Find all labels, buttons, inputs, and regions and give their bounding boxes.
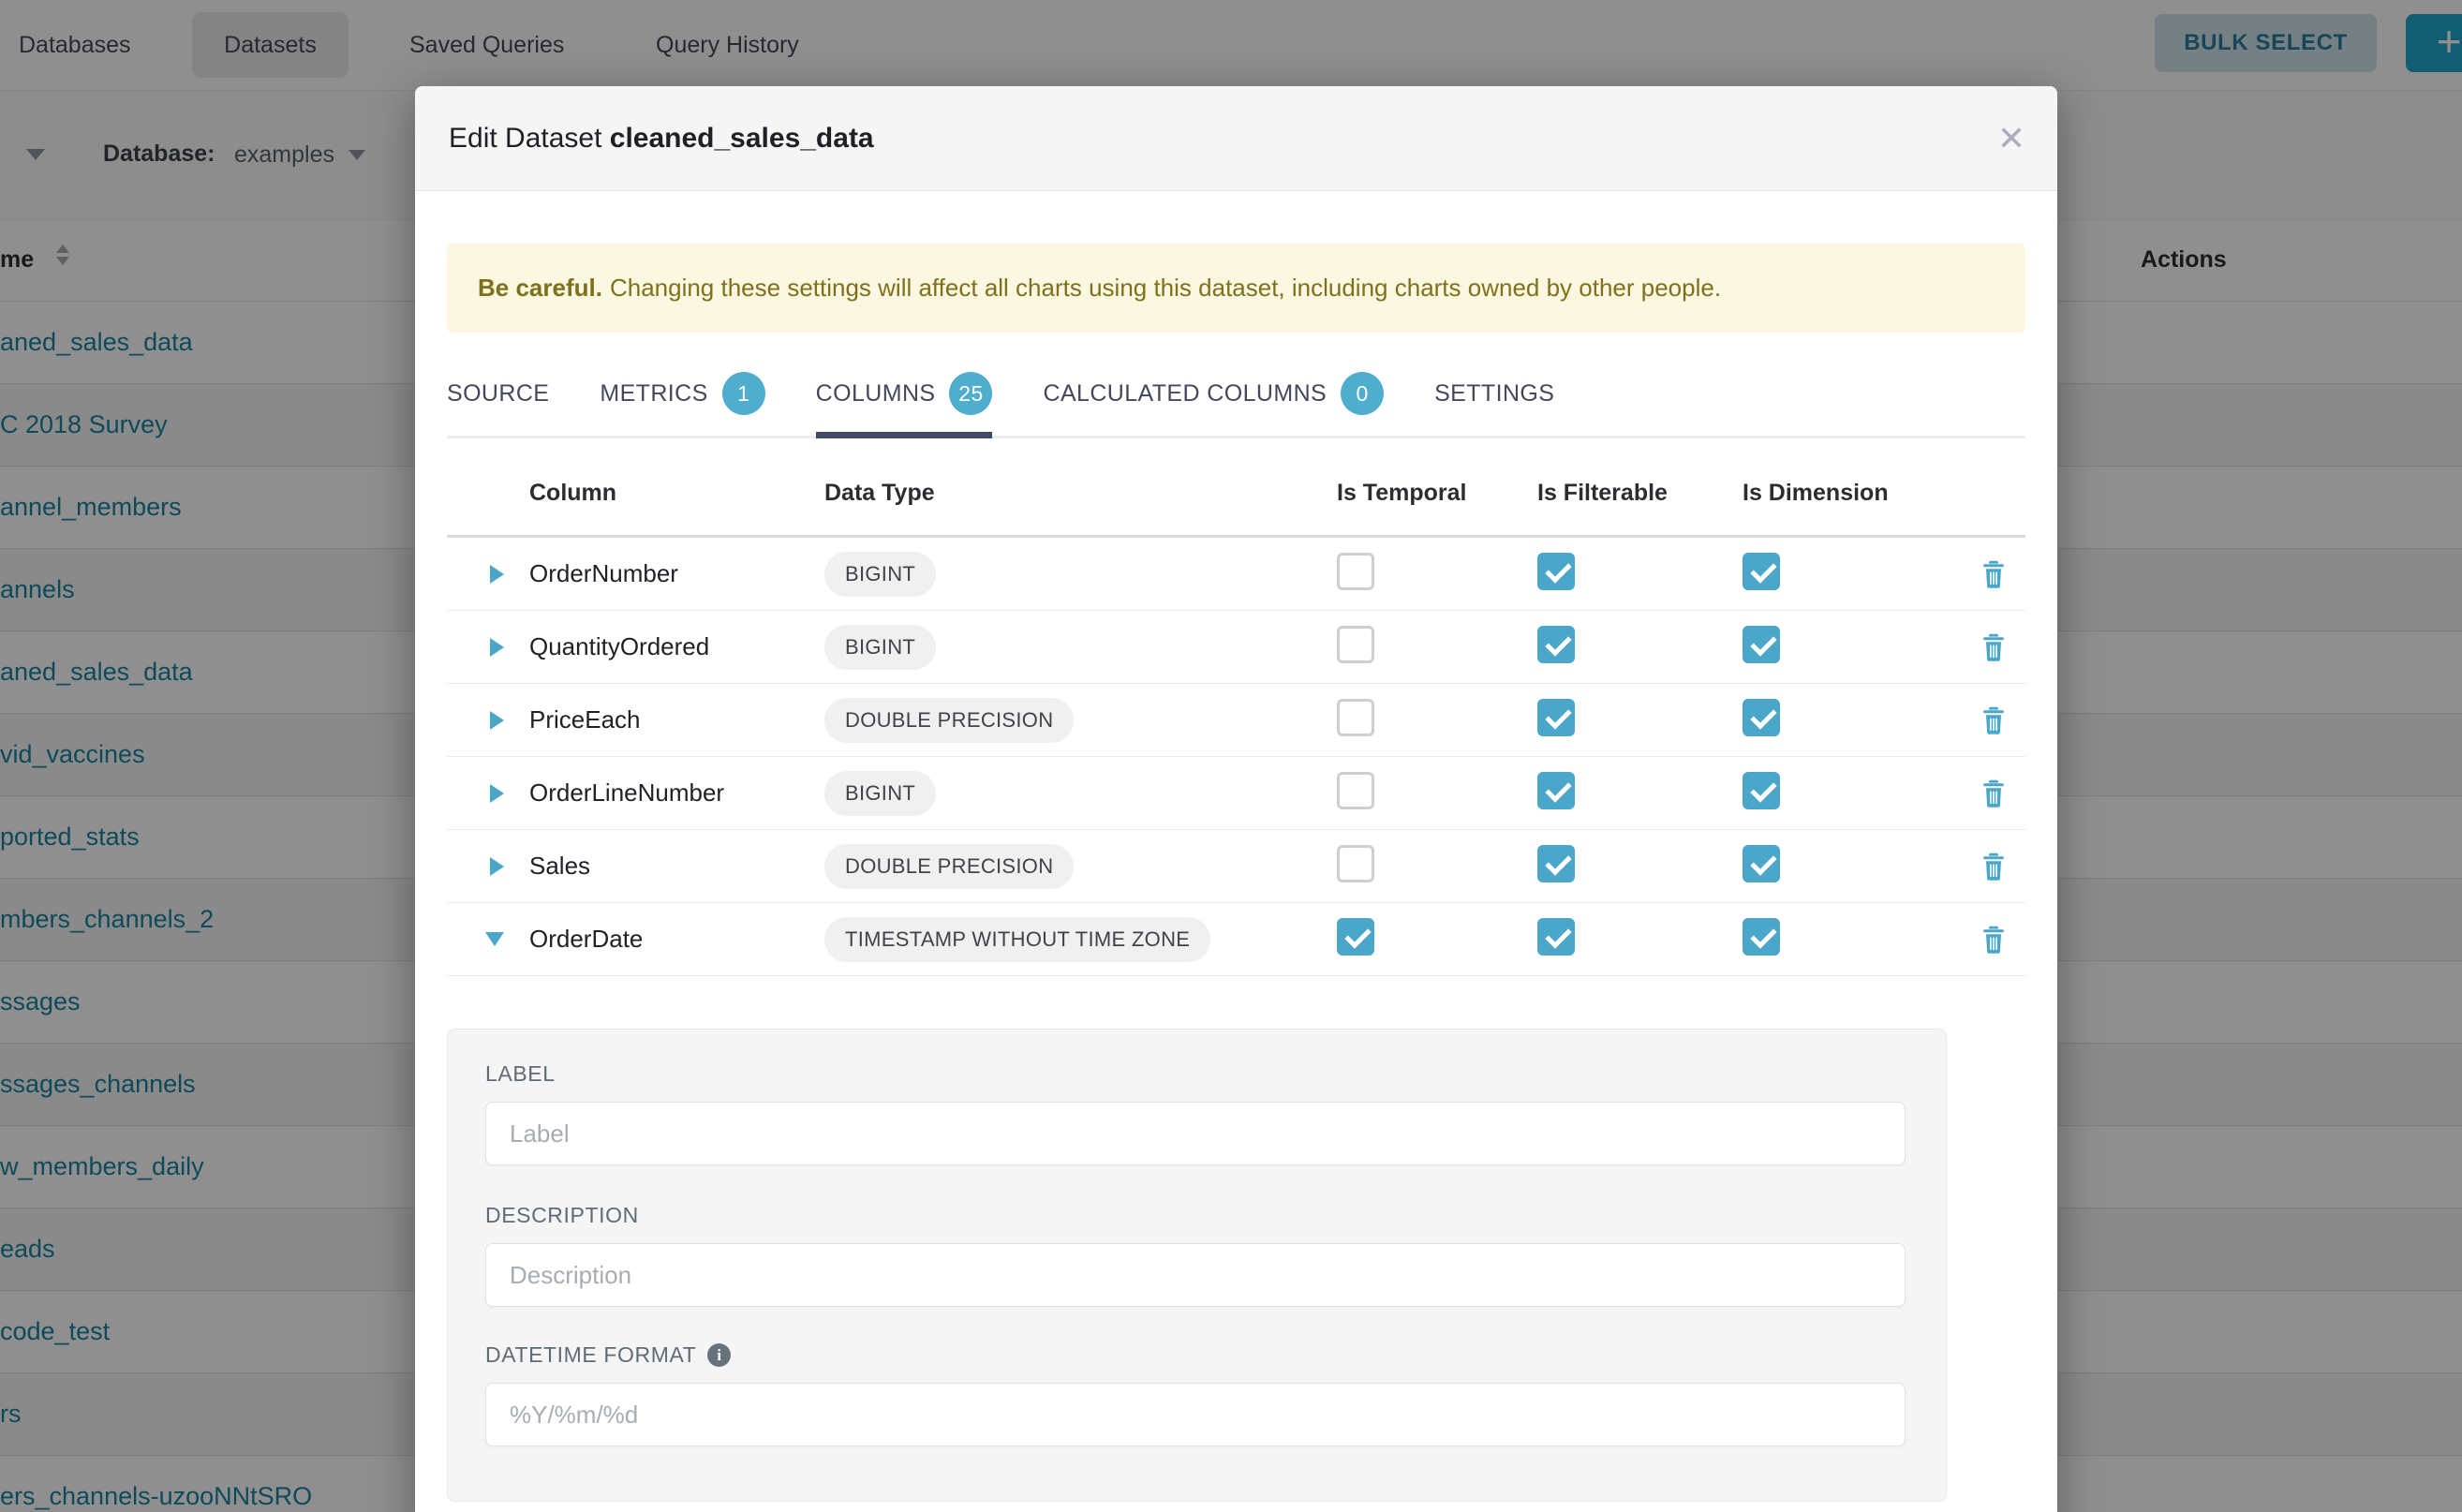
is-filterable-checkbox[interactable]	[1537, 626, 1575, 663]
tab-count-badge: 0	[1341, 372, 1384, 415]
trash-icon	[1980, 778, 2007, 808]
trash-icon	[1980, 705, 2007, 735]
modal-title: Edit Dataset cleaned_sales_data	[449, 123, 874, 155]
tab-source[interactable]: SOURCE	[447, 351, 549, 436]
is-filterable-header: Is Filterable	[1537, 480, 1743, 507]
warning-banner: Be careful. Changing these settings will…	[447, 244, 2025, 333]
trash-icon	[1980, 632, 2007, 662]
is-dimension-header: Is Dimension	[1743, 480, 1962, 507]
expand-caret-icon[interactable]	[447, 711, 517, 730]
warning-bold: Be careful.	[478, 274, 602, 303]
is-dimension-checkbox[interactable]	[1743, 626, 1780, 663]
data-type-pill: DOUBLE PRECISION	[824, 698, 1074, 743]
label-field-label: LABEL	[485, 1061, 1906, 1087]
column-name: OrderDate	[517, 925, 812, 954]
column-row: OrderLineNumber BIGINT	[447, 757, 2025, 830]
delete-column-button[interactable]	[1962, 925, 2025, 955]
tab-count-badge: 25	[949, 372, 992, 415]
is-temporal-checkbox[interactable]	[1337, 699, 1374, 736]
label-input[interactable]	[485, 1102, 1906, 1165]
is-filterable-checkbox[interactable]	[1537, 918, 1575, 956]
delete-column-button[interactable]	[1962, 632, 2025, 662]
info-icon[interactable]	[707, 1343, 731, 1367]
description-field-label: DESCRIPTION	[485, 1203, 1906, 1228]
expand-caret-icon[interactable]	[447, 784, 517, 803]
screen: DatabasesDatasetsSaved QueriesQuery Hist…	[0, 0, 2462, 1512]
is-temporal-checkbox[interactable]	[1337, 918, 1374, 956]
datetime-format-field-label: DATETIME FORMAT	[485, 1342, 1906, 1368]
modal-header: Edit Dataset cleaned_sales_data ✕	[415, 86, 2057, 191]
column-row: Sales DOUBLE PRECISION	[447, 830, 2025, 903]
collapse-caret-icon[interactable]	[447, 932, 517, 946]
is-filterable-checkbox[interactable]	[1537, 845, 1575, 882]
column-name: QuantityOrdered	[517, 632, 812, 661]
trash-icon	[1980, 559, 2007, 589]
column-row: QuantityOrdered BIGINT	[447, 611, 2025, 684]
delete-column-button[interactable]	[1962, 705, 2025, 735]
tab-metrics[interactable]: METRICS 1	[600, 351, 764, 436]
data-type-pill: BIGINT	[824, 552, 936, 597]
expand-caret-icon[interactable]	[447, 638, 517, 657]
column-name: PriceEach	[517, 705, 812, 734]
modal-body: Be careful. Changing these settings will…	[415, 244, 2057, 1502]
column-row: OrderNumber BIGINT	[447, 538, 2025, 611]
is-temporal-checkbox[interactable]	[1337, 845, 1374, 882]
modal-tabs: SOURCE METRICS 1 COLUMNS 25 CALCULATED COLUMN…	[447, 351, 2025, 438]
column-row: PriceEach DOUBLE PRECISION	[447, 684, 2025, 757]
tab-label: CALCULATED COLUMNS	[1043, 380, 1327, 408]
column-name: Sales	[517, 852, 812, 881]
tab-label: SOURCE	[447, 380, 549, 408]
tab-calculated-columns[interactable]: CALCULATED COLUMNS 0	[1043, 351, 1384, 436]
tab-label: SETTINGS	[1434, 380, 1554, 408]
close-icon[interactable]: ✕	[1997, 86, 2025, 191]
data-type-pill: DOUBLE PRECISION	[824, 844, 1074, 889]
expand-caret-icon[interactable]	[447, 857, 517, 876]
delete-column-button[interactable]	[1962, 778, 2025, 808]
column-row: OrderDate TIMESTAMP WITHOUT TIME ZONE	[447, 903, 2025, 976]
is-filterable-checkbox[interactable]	[1537, 699, 1575, 736]
column-detail-panel: LABEL DESCRIPTION DATETIME FORMAT	[447, 1029, 1947, 1502]
is-dimension-checkbox[interactable]	[1743, 845, 1780, 882]
description-input[interactable]	[485, 1243, 1906, 1307]
edit-dataset-modal: Edit Dataset cleaned_sales_data ✕ Be car…	[415, 86, 2057, 1512]
column-name: OrderNumber	[517, 559, 812, 588]
data-type-pill: BIGINT	[824, 625, 936, 670]
is-dimension-checkbox[interactable]	[1743, 918, 1780, 956]
columns-table: Column Data Type Is Temporal Is Filterab…	[447, 452, 2025, 976]
is-temporal-checkbox[interactable]	[1337, 626, 1374, 663]
is-filterable-checkbox[interactable]	[1537, 772, 1575, 809]
tab-settings[interactable]: SETTINGS	[1434, 351, 1554, 436]
warning-text: Changing these settings will affect all …	[610, 274, 1721, 303]
column-header: Column	[517, 480, 812, 507]
data-type-pill: BIGINT	[824, 771, 936, 816]
delete-column-button[interactable]	[1962, 559, 2025, 589]
is-dimension-checkbox[interactable]	[1743, 553, 1780, 590]
data-type-header: Data Type	[812, 480, 1337, 507]
data-type-pill: TIMESTAMP WITHOUT TIME ZONE	[824, 917, 1210, 962]
column-name: OrderLineNumber	[517, 778, 812, 808]
tab-count-badge: 1	[722, 372, 765, 415]
expand-caret-icon[interactable]	[447, 565, 517, 584]
tab-label: COLUMNS	[816, 380, 936, 408]
is-temporal-checkbox[interactable]	[1337, 553, 1374, 590]
tab-columns[interactable]: COLUMNS 25	[816, 351, 993, 436]
datetime-format-input[interactable]	[485, 1383, 1906, 1446]
columns-table-header: Column Data Type Is Temporal Is Filterab…	[447, 452, 2025, 538]
is-filterable-checkbox[interactable]	[1537, 553, 1575, 590]
is-dimension-checkbox[interactable]	[1743, 699, 1780, 736]
trash-icon	[1980, 852, 2007, 882]
is-dimension-checkbox[interactable]	[1743, 772, 1780, 809]
is-temporal-checkbox[interactable]	[1337, 772, 1374, 809]
delete-column-button[interactable]	[1962, 852, 2025, 882]
is-temporal-header: Is Temporal	[1337, 480, 1537, 507]
trash-icon	[1980, 925, 2007, 955]
tab-label: METRICS	[600, 380, 707, 408]
